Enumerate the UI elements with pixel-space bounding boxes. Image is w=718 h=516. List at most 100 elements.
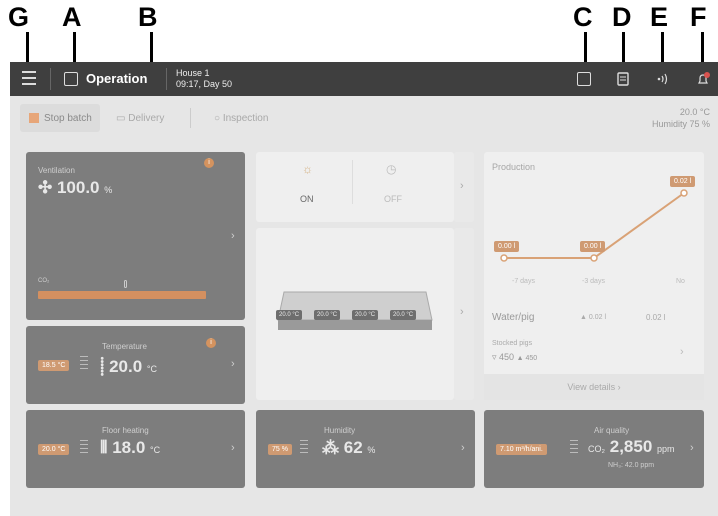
stocked-row: ▿ 450 ▲ 450 — [492, 352, 537, 363]
production-chart — [500, 189, 688, 262]
x-label-1: -7 days — [512, 278, 535, 285]
page-title[interactable]: Operation — [86, 71, 147, 86]
air-quality-card[interactable]: Air quality 7.10 m³/h/ani. CO₂ 2,850 ppm… — [484, 410, 704, 488]
co2-label: CO₂ — [588, 444, 605, 454]
truck-icon: ▭ — [116, 113, 129, 124]
humidity-unit: % — [367, 445, 376, 455]
info-icon[interactable]: i — [206, 338, 216, 348]
pen-expand[interactable]: › — [454, 228, 474, 400]
floor-heating-value-row: ⦀ 18.0 °C — [100, 438, 160, 458]
chevron-right-icon: › — [690, 442, 694, 454]
scale-icon — [292, 440, 310, 458]
chevron-right-icon: › — [461, 442, 465, 454]
info-icon[interactable]: i — [204, 158, 214, 168]
divider — [166, 68, 167, 90]
report-icon[interactable] — [615, 71, 631, 87]
stop-batch-label: Stop batch — [44, 113, 92, 124]
chevron-right-icon: › — [460, 306, 464, 318]
x-label-3: No — [676, 278, 685, 285]
callout-label-d: D — [612, 2, 632, 32]
sub-toolbar: Stop batch ▭ Delivery ○ Inspection 20.0 … — [20, 104, 710, 136]
callout-label-b: B — [138, 2, 158, 32]
fan-icon: ✣ — [38, 178, 57, 197]
humidity-label: Humidity — [324, 426, 356, 435]
climate-summary: 20.0 °C Humidity 75 % — [652, 106, 710, 130]
view-details-button[interactable]: View details › — [484, 374, 704, 400]
inspection-label: Inspection — [222, 113, 269, 124]
stocked-label: Stocked pigs — [492, 340, 533, 347]
air-quality-setpoint: 7.10 m³/h/ani. — [496, 444, 547, 455]
chevron-right-icon: › — [460, 180, 464, 192]
temperature-card[interactable]: Temperature 18.5 °C ⸽ 20.0 °C i › — [26, 326, 245, 404]
air-quality-value: 2,850 — [609, 437, 653, 456]
floor-heating-card[interactable]: Floor heating 20.0 °C ⦀ 18.0 °C › — [26, 410, 245, 488]
floor-heating-setpoint: 20.0 °C — [38, 444, 70, 455]
co2-bar — [38, 291, 206, 299]
pig-icon: ▿ — [492, 352, 500, 362]
production-card[interactable]: Production 0.00 l 0.00 l 0.02 l -7 days … — [484, 152, 704, 400]
production-label-1: 0.00 l — [494, 241, 520, 252]
sensor-temp-1: 20.0 °C — [276, 310, 303, 320]
delivery-label: Delivery — [128, 113, 165, 124]
humidity-card[interactable]: Humidity 75 % ⁂ 62 % › — [256, 410, 475, 488]
top-bar: Operation House 1 09:17, Day 50 — [10, 62, 718, 96]
house-info[interactable]: House 1 09:17, Day 50 — [176, 68, 232, 90]
callout-label-g: G — [8, 2, 30, 32]
bulb-icon: ○ — [214, 113, 223, 124]
ventilation-card[interactable]: Ventilation ✣ 100.0 % i › CO₂ — [26, 152, 245, 320]
thermometer-icon: ⸽ — [100, 357, 110, 376]
callout-label-a: A — [62, 2, 82, 32]
thermometer-icon — [124, 280, 127, 288]
production-label-2: 0.00 l — [580, 241, 606, 252]
humidity-value-row: ⁂ 62 % — [322, 438, 375, 458]
summary-temp: 20.0 °C — [679, 107, 710, 117]
air-quality-unit: ppm — [657, 444, 675, 454]
co2-label: CO₂ — [38, 278, 50, 284]
pen-card[interactable]: 20.0 °C 20.0 °C 20.0 °C 20.0 °C — [256, 228, 454, 400]
nh3-value: NH₃: 42.0 ppm — [608, 462, 655, 469]
water-value: 0.02 l — [646, 313, 666, 322]
temperature-label: Temperature — [102, 342, 147, 351]
scale-icon — [562, 440, 580, 458]
scale-icon — [72, 440, 90, 458]
divider — [50, 68, 51, 90]
chevron-right-icon: › — [231, 358, 235, 370]
lighting-card[interactable]: ☼ ON ◷ OFF — [256, 152, 454, 222]
lighting-expand[interactable]: › — [454, 152, 474, 222]
divider — [352, 160, 353, 204]
chevron-right-icon: › — [231, 230, 235, 242]
water-delta: ▲ 0.02 l — [580, 314, 606, 321]
clock-icon: ◷ — [386, 162, 397, 176]
ventilation-label: Ventilation — [38, 166, 75, 175]
callout-strip: G A B C D E F — [0, 0, 718, 68]
ventilation-value-row: ✣ 100.0 % — [38, 178, 112, 198]
stocked-value: 450 — [499, 352, 515, 362]
signal-icon[interactable] — [655, 71, 671, 87]
humidity-setpoint: 75 % — [268, 444, 292, 455]
floor-heating-label: Floor heating — [102, 426, 149, 435]
operation-icon[interactable] — [64, 72, 78, 86]
summary-humidity: Humidity 75 % — [651, 119, 710, 129]
air-quality-value-row: CO₂ 2,850 ppm — [588, 437, 675, 457]
callout-label-c: C — [573, 2, 593, 32]
menu-icon[interactable] — [22, 71, 36, 85]
delivery-tab[interactable]: ▭ Delivery — [116, 113, 164, 124]
ventilation-value: 100.0 — [56, 178, 100, 197]
light-on-label: ON — [300, 194, 314, 204]
house-time: 09:17, Day 50 — [176, 79, 233, 89]
x-label-2: -3 days — [582, 278, 605, 285]
stop-batch-button[interactable]: Stop batch — [20, 104, 100, 132]
stocked-delta: ▲ 450 — [516, 355, 538, 362]
lightbulb-icon: ☼ — [302, 162, 313, 176]
light-off-label: OFF — [384, 194, 402, 204]
water-label: Water/pig — [492, 312, 535, 323]
inspection-tab[interactable]: ○ Inspection — [214, 113, 268, 124]
stop-icon — [29, 113, 39, 123]
temperature-value-row: ⸽ 20.0 °C — [100, 354, 157, 377]
callout-label-f: F — [690, 2, 707, 32]
main-content: Stop batch ▭ Delivery ○ Inspection 20.0 … — [10, 96, 718, 516]
operation-overview-icon[interactable] — [577, 72, 591, 86]
bell-icon[interactable] — [695, 71, 711, 87]
air-quality-label: Air quality — [594, 426, 630, 435]
divider — [190, 108, 191, 128]
